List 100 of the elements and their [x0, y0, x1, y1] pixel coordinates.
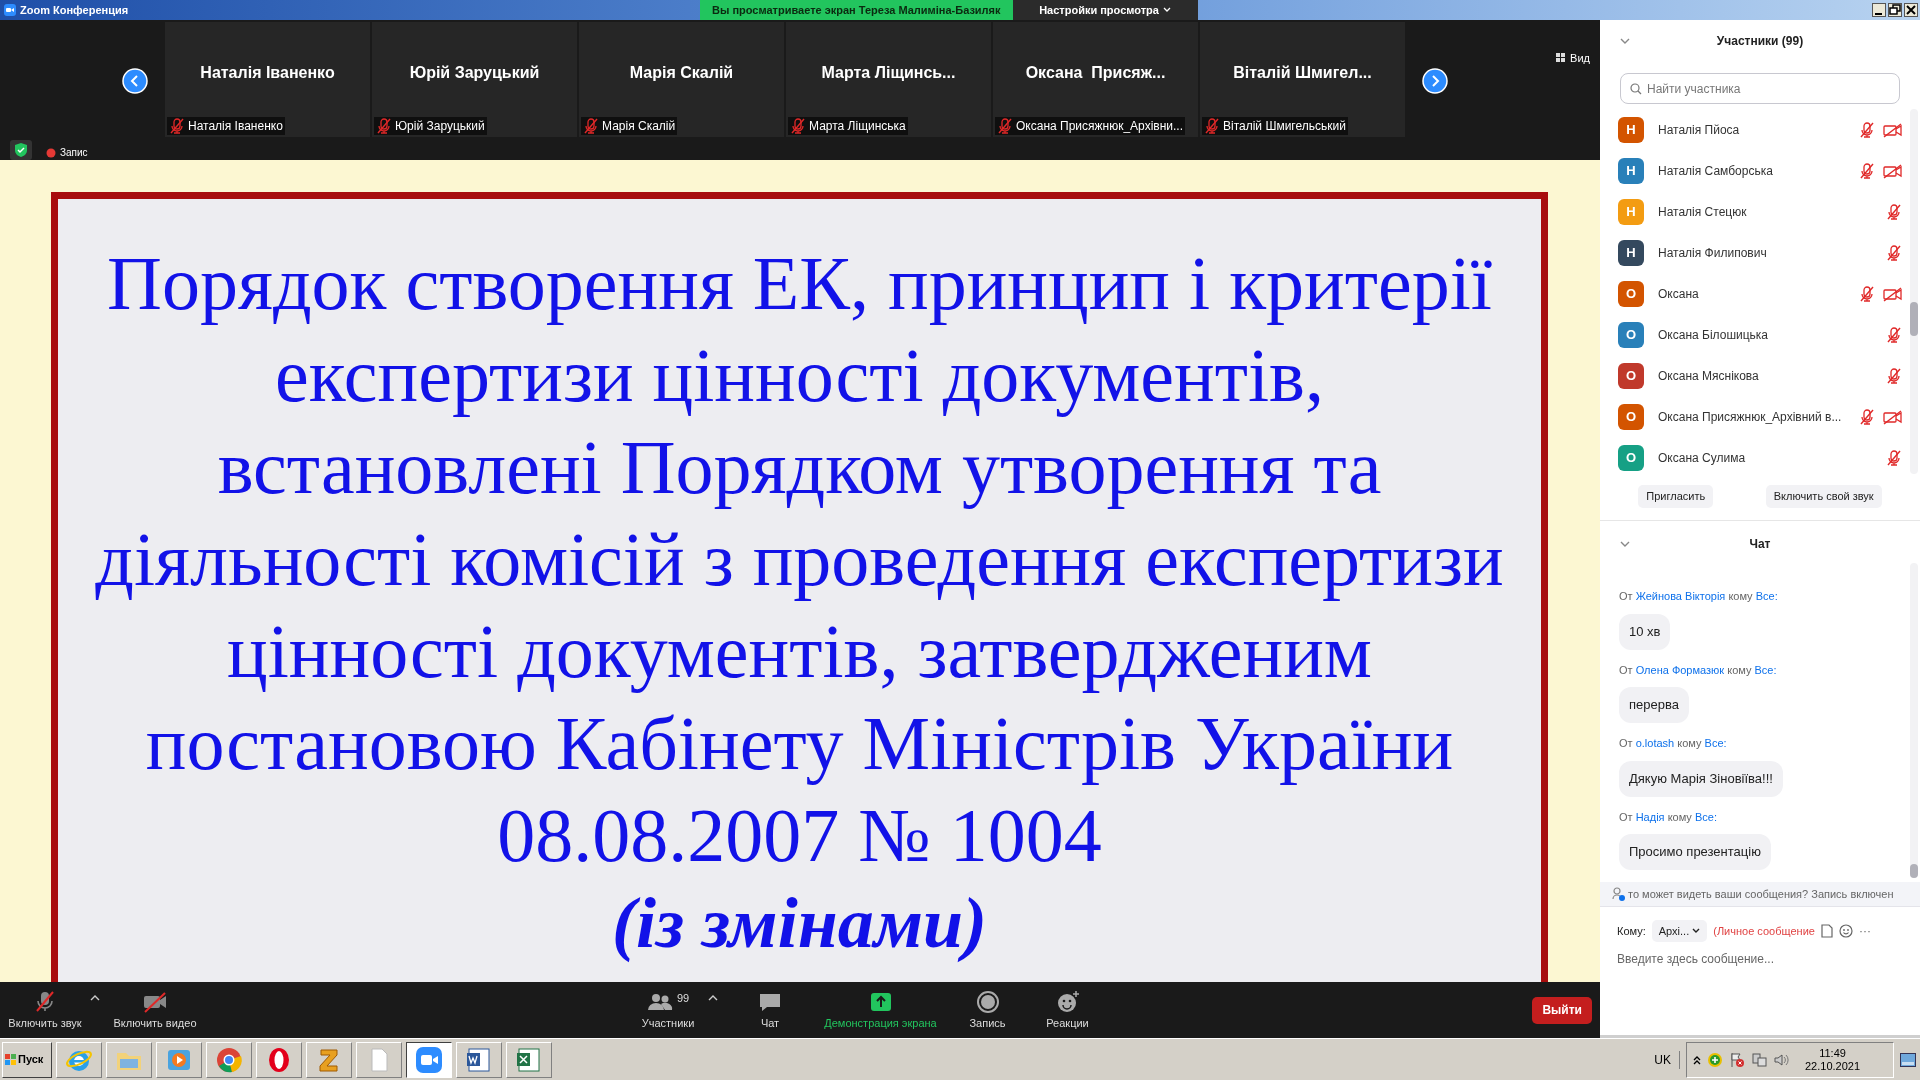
recipient-label: Кому: [1617, 923, 1646, 939]
participant-name: Оксана Присяж... [1024, 62, 1167, 83]
blank-page-icon[interactable] [356, 1041, 402, 1078]
clock-date: 22.10.2021 [1805, 1059, 1861, 1073]
grid-icon [1556, 53, 1567, 64]
participants-button[interactable]: 99 Участники [628, 982, 708, 1038]
browser-e-icon[interactable] [56, 1041, 102, 1078]
participant-row[interactable]: Н Наталія Пйоса [1618, 109, 1902, 150]
panel-title: Участники (99) [1715, 33, 1805, 50]
video-camera-icon[interactable] [406, 1041, 452, 1078]
chat-message: Просимо презентацію [1619, 834, 1771, 870]
participant-row[interactable]: О Оксана Мяснікова [1618, 355, 1902, 396]
more-button[interactable]: ··· [1858, 922, 1871, 940]
participant-row[interactable]: Н Наталія Стецюк [1618, 191, 1902, 232]
restore-button[interactable] [1888, 3, 1902, 17]
participant-label: Наталія Іваненко [188, 118, 283, 135]
participant-name: Оксана Мяснікова [1658, 367, 1760, 385]
participant-row[interactable]: О Оксана Сулима [1618, 437, 1902, 478]
network-icon[interactable] [1751, 1051, 1767, 1068]
folder-icon[interactable] [106, 1041, 152, 1078]
video-button[interactable]: Включить видео [100, 982, 210, 1038]
search-field[interactable]: Найти участника [1620, 73, 1900, 104]
message-input[interactable]: Введите здесь сообщение... [1617, 949, 1903, 969]
participant-row[interactable]: Н Наталія Самборська [1618, 150, 1902, 191]
avatar: О [1618, 444, 1644, 471]
document-w-icon[interactable] [456, 1041, 502, 1078]
recording-label: Запис [60, 147, 88, 159]
language-indicator: UK [1654, 1050, 1680, 1069]
record-button[interactable]: Запись [955, 982, 1020, 1038]
chat-button[interactable]: Чат [750, 982, 790, 1038]
privacy-notice: то может видеть ваши сообщения? Запись включен [1628, 886, 1894, 902]
participant-name: Марія Скалій [628, 62, 735, 83]
spreadsheet-x-icon[interactable] [506, 1041, 552, 1078]
minimize-button[interactable] [1872, 3, 1886, 17]
chevron-up-icon[interactable] [1693, 1054, 1701, 1065]
window-title: Zoom Конференция [20, 2, 129, 18]
participant-label: Оксана Присяжнюк_Архівни... [1016, 118, 1184, 135]
avatar: О [1618, 362, 1644, 389]
participant-name: Оксана Присяжнюк_Архівний в... [1658, 408, 1843, 426]
avatar: Н [1618, 239, 1644, 266]
participant-name: Оксана [1658, 285, 1700, 303]
participant-label: Марта Ліщинська [809, 118, 906, 135]
zoom-logo-icon [4, 4, 16, 16]
chevron-down-icon[interactable] [1620, 37, 1630, 45]
plus-circle-icon[interactable] [1707, 1051, 1723, 1068]
participant-name: Наталія Филипович [1658, 244, 1768, 262]
caret-up-icon[interactable] [90, 994, 100, 1002]
scrollbar[interactable] [1910, 109, 1918, 474]
avatar: О [1618, 403, 1644, 430]
ring-o-icon[interactable] [256, 1041, 302, 1078]
participant-label: Віталій Шмигельський [1223, 118, 1346, 135]
participant-row[interactable]: Н Наталія Филипович [1618, 232, 1902, 273]
person-shield-icon [1612, 887, 1626, 901]
participant-row[interactable]: О Оксана [1618, 273, 1902, 314]
leave-button[interactable]: Выйти [1532, 996, 1592, 1024]
share-button[interactable]: Демонстрация экрана [818, 982, 943, 1038]
participant-name: Оксана Білошицька [1658, 326, 1770, 344]
private-message-label: (Личное сообщение [1713, 923, 1815, 939]
file-icon[interactable] [1820, 924, 1833, 938]
show-desktop-icon[interactable] [1900, 1052, 1916, 1067]
speaker-icon[interactable] [1773, 1051, 1789, 1068]
scrollbar[interactable] [1910, 563, 1918, 878]
avatar: О [1618, 280, 1644, 307]
participant-label: Юрій Заруцький [395, 118, 485, 135]
chat-message: Дякую Марія Зіновіїва!!! [1619, 760, 1783, 797]
start-button[interactable]: Пуск [2, 1041, 52, 1078]
record-dot-icon [46, 148, 56, 158]
participant-row[interactable]: О Оксана Присяжнюк_Архівний в... [1618, 396, 1902, 437]
participant-name: Наталія Пйоса [1658, 121, 1741, 139]
reactions-button[interactable]: Реакции [1035, 982, 1100, 1038]
participant-name: Наталія Стецюк [1658, 203, 1748, 221]
view-button[interactable]: Вид [1556, 50, 1590, 67]
chevron-down-icon [1692, 928, 1701, 934]
recipient-dropdown[interactable]: Архі... [1651, 920, 1708, 942]
close-button[interactable] [1904, 3, 1918, 17]
chevron-down-icon[interactable] [1620, 540, 1630, 548]
media-player-icon[interactable] [156, 1041, 202, 1078]
avatar: Н [1618, 116, 1644, 143]
slide-title: Порядок створення ЕК, принцип і критерії експертизи цінності документів, встановлені Порядком утворення та діяльності комісій з проведення експертизи цінності документів, затвердженим постановою Кабінету Міністрів України 08.08.2007 № 1004 [95, 240, 1504, 879]
caret-up-icon[interactable] [708, 994, 718, 1002]
participant-label: Марія Скалій [602, 118, 676, 135]
unmute-button[interactable]: Включить свой звук [1765, 485, 1882, 508]
mic-button[interactable]: Включить звук [0, 982, 90, 1038]
avatar: Н [1618, 198, 1644, 225]
message-header: От o.lotash кому Все: [1619, 736, 1728, 751]
chat-message: перерва [1619, 687, 1689, 723]
record-icon [974, 989, 1001, 1014]
chevron-down-icon [1162, 7, 1171, 13]
message-header: От Жейнова Вікторія кому Все: [1619, 589, 1779, 604]
flag-error-icon[interactable] [1729, 1051, 1745, 1068]
video-off-icon [142, 989, 168, 1014]
invite-button[interactable]: Пригласить [1638, 485, 1714, 508]
participant-row[interactable]: О Оксана Білошицька [1618, 314, 1902, 355]
z-shape-icon[interactable] [306, 1041, 352, 1078]
participant-name: Наталія Іваненко [199, 62, 336, 83]
view-options-button[interactable]: Настройки просмотра [1012, 0, 1198, 20]
panel-title: Чат [1748, 536, 1772, 553]
participant-name: Наталія Самборська [1658, 162, 1774, 180]
participant-name: Юрій Заруцький [408, 62, 541, 83]
emoji-icon[interactable] [1838, 924, 1853, 938]
